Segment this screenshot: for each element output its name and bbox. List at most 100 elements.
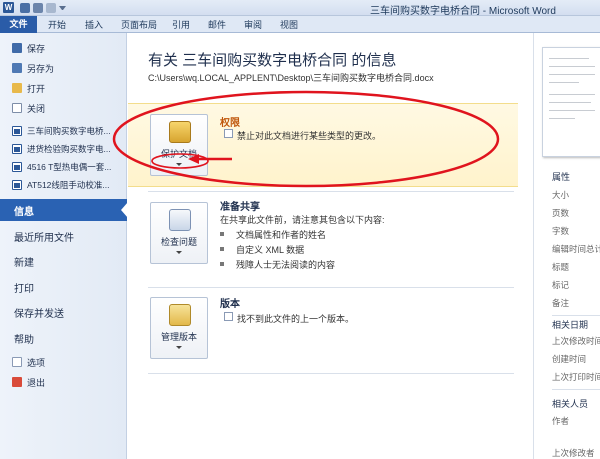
page-title: 有关 三车间购买数字电桥合同 的信息 (148, 52, 397, 69)
tab-view[interactable]: 视图 (280, 18, 298, 31)
people-label: 作者 (552, 416, 570, 426)
protect-document-label: 保护文档 (160, 149, 197, 159)
nav-new[interactable]: 新建 (0, 250, 127, 272)
recent-document-item[interactable]: 4516 T型热电偶一套... (0, 158, 127, 176)
permissions-title: 权限 (220, 118, 240, 129)
tab-references[interactable]: 引用 (172, 18, 190, 31)
versions-icon (169, 304, 191, 326)
title-bar: W 三车间购买数字电桥合同 - Microsoft Word (0, 0, 600, 17)
options-icon (12, 357, 22, 367)
versions-title: 版本 (220, 299, 240, 310)
chevron-down-icon (176, 163, 182, 166)
quick-access-toolbar (20, 3, 66, 13)
open-command[interactable]: 打开 (0, 79, 127, 97)
divider (552, 389, 600, 390)
exit-icon (12, 377, 22, 387)
word-document-icon (12, 162, 22, 172)
checklist-icon (169, 209, 191, 231)
list-item: 文档属性和作者的姓名 (219, 228, 326, 241)
exit-label: 退出 (27, 377, 46, 388)
ribbon-tabs: 文件 开始 插入 页面布局 引用 邮件 审阅 视图 (0, 16, 600, 33)
save-command[interactable]: 保存 (0, 39, 127, 57)
save-icon[interactable] (20, 3, 30, 13)
chevron-down-icon (176, 346, 182, 349)
exit-command[interactable]: 退出 (0, 373, 127, 391)
save-label: 保存 (27, 43, 46, 54)
document-preview[interactable] (542, 47, 600, 157)
property-label: 编辑时间总计 (552, 244, 600, 254)
tab-insert[interactable]: 插入 (85, 18, 103, 31)
protect-document-button[interactable]: 保护文档 (150, 114, 208, 176)
document-path: C:\Users\wq.LOCAL_APPLENT\Desktop\三车间购买数… (148, 73, 434, 83)
info-pane: 有关 三车间购买数字电桥合同 的信息 C:\Users\wq.LOCAL_APP… (128, 33, 533, 459)
recent-document-item[interactable]: AT512线阻手动校准... (0, 176, 127, 194)
tab-file[interactable]: 文件 (0, 16, 37, 33)
save-icon (12, 43, 22, 53)
options-command[interactable]: 选项 (0, 353, 127, 371)
tab-mailings[interactable]: 邮件 (208, 18, 226, 31)
people-label: 上次修改者 (552, 448, 595, 458)
prepare-sharing-section: 检查问题 准备共享 在共享此文件前，请注意其包含以下内容: 文档属性和作者的姓名… (128, 196, 518, 286)
nav-save-and-send[interactable]: 保存并发送 (0, 301, 127, 323)
nav-info[interactable]: 信息 (0, 199, 128, 221)
nav-recent[interactable]: 最近所用文件 (0, 225, 127, 247)
word-app-icon[interactable]: W (3, 2, 14, 13)
property-label: 备注 (552, 298, 570, 308)
tab-page-layout[interactable]: 页面布局 (121, 18, 157, 31)
open-folder-icon (12, 83, 22, 93)
check-for-issues-label: 检查问题 (160, 237, 197, 247)
backstage-sidebar: 保存 另存为 打开 关闭 三车间购买数字电桥... 进货检验购买数字电... 4… (0, 33, 128, 459)
property-label: 字数 (552, 226, 570, 236)
recent-document-item[interactable]: 进货检验购买数字电... (0, 140, 127, 158)
list-item: 自定义 XML 数据 (219, 243, 304, 256)
word-document-icon (12, 144, 22, 154)
date-label: 创建时间 (552, 354, 587, 364)
word-document-icon (12, 180, 22, 190)
prepare-sharing-description: 在共享此文件前，请注意其包含以下内容: (220, 215, 385, 225)
divider (148, 373, 514, 374)
prepare-sharing-title: 准备共享 (220, 202, 260, 213)
lock-icon (169, 121, 191, 143)
tab-home[interactable]: 开始 (48, 18, 66, 31)
permissions-section: 保护文档 权限 禁止对此文档进行某些类型的更改。 (128, 103, 518, 187)
divider (552, 315, 600, 316)
related-people-heading: 相关人员 (552, 399, 589, 409)
close-label: 关闭 (27, 103, 46, 114)
divider (148, 191, 514, 192)
tab-review[interactable]: 审阅 (244, 18, 262, 31)
versions-description: 找不到此文件的上一个版本。 (237, 314, 355, 324)
recent-document-name: 4516 T型热电偶一套... (27, 162, 112, 172)
save-as-icon (12, 63, 22, 73)
property-label: 大小 (552, 190, 570, 200)
options-label: 选项 (27, 357, 46, 368)
undo-icon[interactable] (33, 3, 43, 13)
nav-help[interactable]: 帮助 (0, 327, 127, 349)
list-item: 残障人士无法阅读的内容 (219, 258, 335, 271)
recent-document-item[interactable]: 三车间购买数字电桥... (0, 122, 127, 140)
manage-versions-button[interactable]: 管理版本 (150, 297, 208, 359)
close-document-icon (12, 103, 22, 113)
nav-print[interactable]: 打印 (0, 276, 127, 298)
property-label: 标题 (552, 262, 570, 272)
check-for-issues-button[interactable]: 检查问题 (150, 202, 208, 264)
recent-document-name: 三车间购买数字电桥... (27, 126, 111, 136)
properties-heading[interactable]: 属性 (552, 170, 570, 183)
manage-versions-label: 管理版本 (160, 332, 197, 342)
customize-toolbar-icon[interactable] (59, 6, 66, 10)
save-as-command[interactable]: 另存为 (0, 59, 127, 77)
redo-icon[interactable] (46, 3, 56, 13)
close-command[interactable]: 关闭 (0, 99, 127, 117)
property-label: 标记 (552, 280, 570, 290)
date-label: 上次打印时间 (552, 372, 600, 382)
permissions-description: 禁止对此文档进行某些类型的更改。 (237, 131, 382, 141)
date-label: 上次修改时间 (552, 336, 600, 346)
recent-document-name: AT512线阻手动校准... (27, 180, 110, 190)
properties-panel: 属性 大小 页数 字数 编辑时间总计 标题 标记 备注 相关日期 上次修改时间 … (533, 33, 600, 459)
word-document-icon (12, 126, 22, 136)
property-label: 页数 (552, 208, 570, 218)
window-title: 三车间购买数字电桥合同 - Microsoft Word (370, 6, 556, 17)
document-icon (224, 129, 233, 138)
recent-document-name: 进货检验购买数字电... (27, 144, 111, 154)
divider (148, 287, 514, 288)
related-dates-heading: 相关日期 (552, 320, 589, 330)
